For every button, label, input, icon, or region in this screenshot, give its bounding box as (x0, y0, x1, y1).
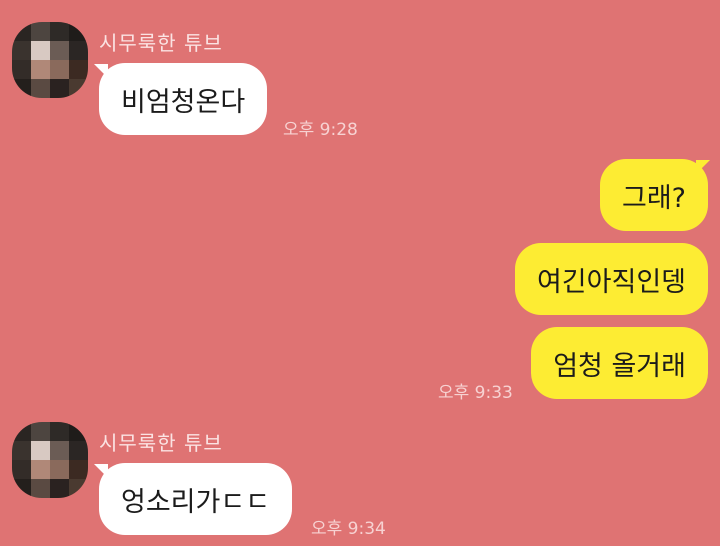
sender-avatar[interactable] (12, 422, 88, 498)
message-time: 오후 9:34 (311, 519, 386, 539)
avatar-pixel (12, 479, 31, 498)
avatar-pixel (31, 479, 50, 498)
avatar-pixel (31, 460, 50, 479)
avatar-pixel (12, 22, 31, 41)
avatar-pixel (50, 441, 69, 460)
avatar-pixel (50, 60, 69, 79)
message-bubble[interactable]: 비엄청온다 (99, 63, 268, 135)
avatar-pixel (31, 79, 50, 98)
avatar-pixel (12, 41, 31, 60)
message-bubble[interactable]: 엉소리가ㄷㄷ (99, 463, 293, 535)
avatar-pixel (31, 441, 50, 460)
avatar-pixel (12, 460, 31, 479)
sender-name: 시무룩한 튜브 (99, 431, 223, 455)
avatar-pixel (69, 41, 88, 60)
sender-name: 시무룩한 튜브 (99, 31, 223, 55)
avatar-pixel (12, 422, 31, 441)
avatar-pixel (69, 441, 88, 460)
message-bubble[interactable]: 그래? (599, 159, 708, 231)
avatar-pixel (31, 422, 50, 441)
message-time: 오후 9:33 (438, 383, 513, 403)
avatar-pixel (12, 60, 31, 79)
avatar-pixel (69, 79, 88, 98)
avatar-pixel (50, 79, 69, 98)
avatar-pixel (69, 60, 88, 79)
avatar-pixel (50, 422, 69, 441)
avatar-pixel (31, 60, 50, 79)
avatar-pixel (69, 422, 88, 441)
avatar-pixel (69, 22, 88, 41)
avatar-pixel (69, 479, 88, 498)
avatar-pixel (69, 460, 88, 479)
avatar-pixel (31, 22, 50, 41)
message-bubble[interactable]: 여긴아직인뎅 (514, 243, 708, 315)
avatar-pixel (50, 460, 69, 479)
avatar-pixel (12, 441, 31, 460)
sender-avatar[interactable] (12, 22, 88, 98)
avatar-pixel (50, 22, 69, 41)
avatar-pixel (31, 41, 50, 60)
message-time: 오후 9:28 (283, 120, 358, 140)
avatar-pixel (12, 79, 31, 98)
avatar-pixel (50, 479, 69, 498)
message-bubble[interactable]: 엄청 올거래 (531, 327, 708, 399)
avatar-pixel (50, 41, 69, 60)
